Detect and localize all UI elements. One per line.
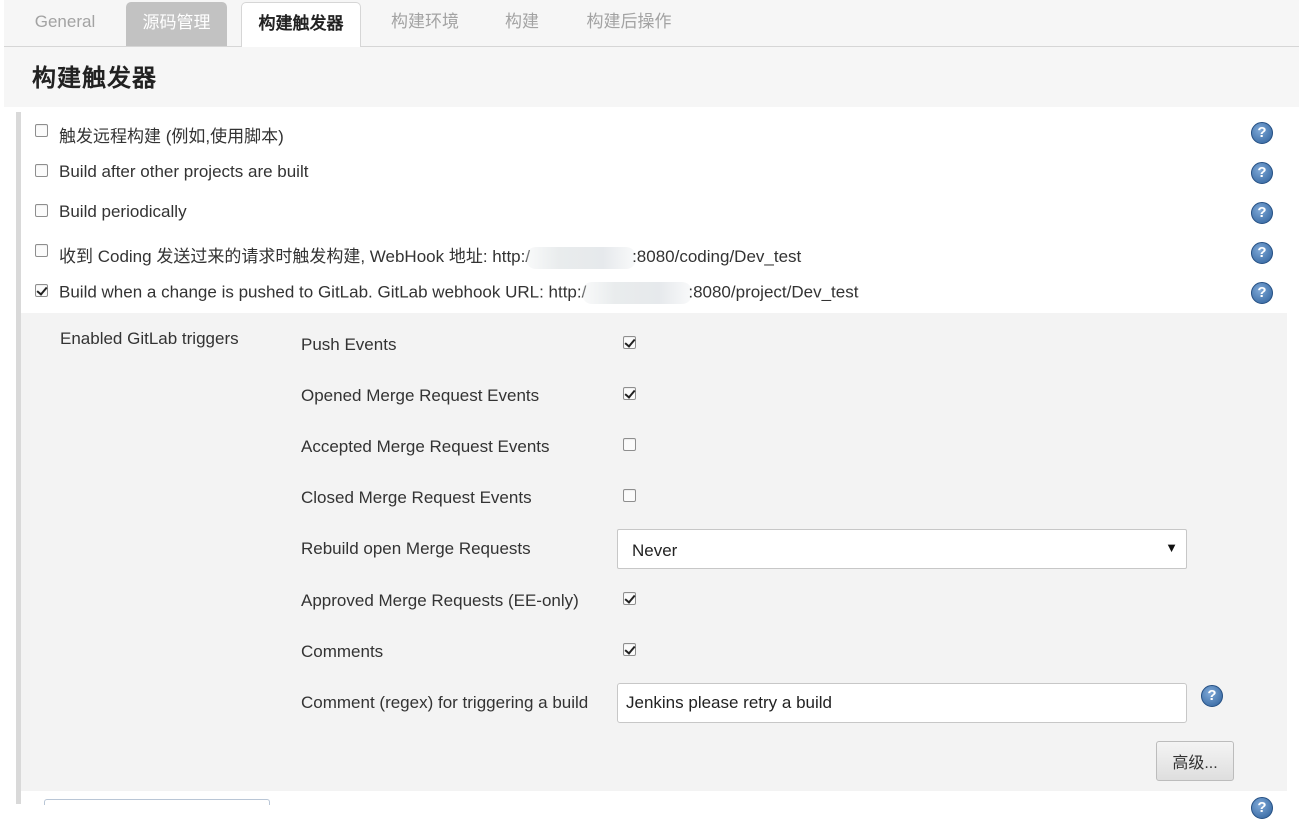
tab-post-build-actions[interactable]: 构建后操作 bbox=[565, 0, 693, 46]
rebuild-open-mr-select[interactable]: Never ▼ bbox=[617, 529, 1187, 569]
accepted-mr-events-label: Accepted Merge Request Events bbox=[301, 437, 550, 456]
gitlab-trigger-options-panel: Enabled GitLab triggers Push Events Open… bbox=[21, 313, 1287, 791]
trigger-coding-label: 收到 Coding 发送过来的请求时触发构建, WebHook 地址: http… bbox=[59, 242, 801, 269]
push-events-label: Push Events bbox=[301, 335, 397, 354]
question-mark-icon[interactable]: ? bbox=[1251, 797, 1273, 819]
trigger-gitlab-checkbox[interactable] bbox=[35, 284, 48, 297]
dropdown-arrow-icon: ▼ bbox=[1165, 540, 1178, 555]
question-mark-icon[interactable]: ? bbox=[1251, 282, 1273, 304]
trigger-after-other-checkbox[interactable] bbox=[35, 164, 48, 177]
comments-checkbox[interactable] bbox=[623, 643, 636, 656]
trigger-remote-label: 触发远程构建 (例如,使用脚本) bbox=[59, 127, 284, 146]
trigger-periodically-checkbox[interactable] bbox=[35, 204, 48, 217]
redacted-host bbox=[526, 246, 637, 269]
tab-build-triggers[interactable]: 构建触发器 bbox=[241, 2, 361, 48]
tab-source-code-management[interactable]: 源码管理 bbox=[126, 2, 227, 46]
question-mark-icon[interactable]: ? bbox=[1251, 122, 1273, 144]
question-mark-icon[interactable]: ? bbox=[1251, 242, 1273, 264]
closed-mr-events-checkbox[interactable] bbox=[623, 489, 636, 502]
next-section-edge bbox=[44, 799, 270, 805]
closed-mr-events-label: Closed Merge Request Events bbox=[301, 488, 532, 507]
section-title: 构建触发器 bbox=[32, 65, 157, 92]
trigger-row-after-other-projects: Build after other projects are built ? bbox=[21, 152, 1287, 192]
trigger-row-remote: 触发远程构建 (例如,使用脚本) ? bbox=[21, 112, 1287, 152]
approved-mr-checkbox[interactable] bbox=[623, 592, 636, 605]
section-header: 构建触发器 bbox=[4, 47, 1299, 107]
comment-regex-input[interactable] bbox=[617, 683, 1187, 723]
approved-mr-label: Approved Merge Requests (EE-only) bbox=[301, 591, 579, 610]
accepted-mr-events-checkbox[interactable] bbox=[623, 438, 636, 451]
redacted-host bbox=[582, 282, 693, 304]
question-mark-icon[interactable]: ? bbox=[1251, 162, 1273, 184]
opened-mr-events-checkbox[interactable] bbox=[623, 387, 636, 400]
trigger-row-gitlab: Build when a change is pushed to GitLab.… bbox=[21, 272, 1287, 312]
rebuild-open-mr-label: Rebuild open Merge Requests bbox=[301, 539, 531, 558]
opened-mr-events-label: Opened Merge Request Events bbox=[301, 386, 540, 405]
trigger-remote-checkbox[interactable] bbox=[35, 124, 48, 137]
trigger-periodically-label: Build periodically bbox=[59, 202, 187, 221]
tab-build[interactable]: 构建 bbox=[486, 0, 558, 46]
comments-label: Comments bbox=[301, 642, 384, 661]
question-mark-icon[interactable]: ? bbox=[1201, 685, 1223, 707]
trigger-row-coding-webhook: 收到 Coding 发送过来的请求时触发构建, WebHook 地址: http… bbox=[21, 232, 1287, 272]
comment-regex-label: Comment (regex) for triggering a build bbox=[301, 693, 589, 712]
tab-build-environment[interactable]: 构建环境 bbox=[370, 0, 480, 46]
push-events-checkbox[interactable] bbox=[623, 336, 636, 349]
question-mark-icon[interactable]: ? bbox=[1251, 202, 1273, 224]
trigger-coding-checkbox[interactable] bbox=[35, 244, 48, 257]
trigger-after-other-label: Build after other projects are built bbox=[59, 162, 309, 181]
enabled-gitlab-triggers-label: Enabled GitLab triggers bbox=[60, 329, 239, 348]
config-tab-bar: General 源码管理 构建触发器 构建环境 构建 构建后操作 bbox=[4, 0, 1299, 48]
advanced-button[interactable]: 高级... bbox=[1156, 741, 1234, 781]
rebuild-open-mr-value: Never bbox=[632, 541, 678, 560]
trigger-gitlab-label: Build when a change is pushed to GitLab.… bbox=[59, 282, 858, 304]
trigger-row-periodically: Build periodically ? bbox=[21, 192, 1287, 232]
tab-general[interactable]: General bbox=[4, 0, 126, 46]
